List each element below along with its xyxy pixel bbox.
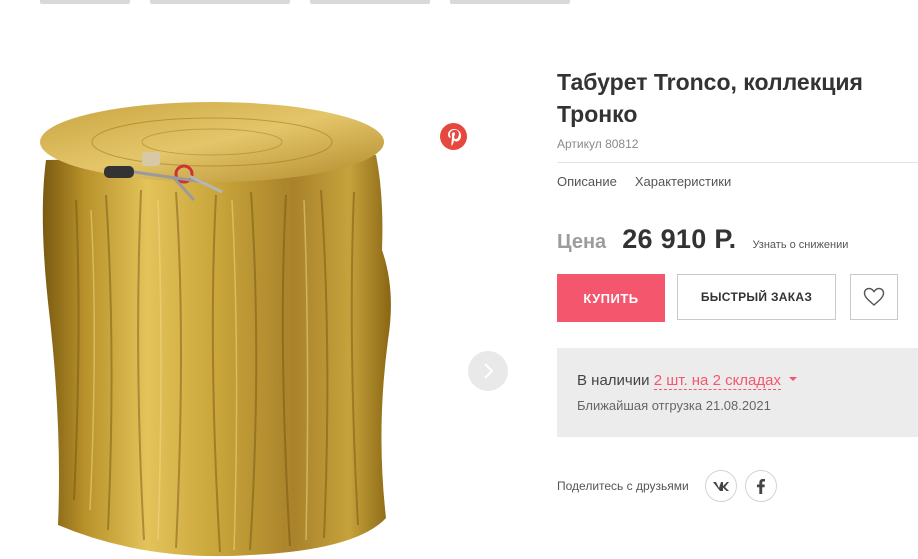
stock-prefix: В наличии: [577, 372, 650, 389]
stock-warehouses-link[interactable]: 2 шт. на 2 складах: [653, 372, 781, 390]
stock-availability: В наличии 2 шт. на 2 складах: [577, 372, 797, 390]
share-row: Поделитесь с друзьями: [557, 470, 777, 502]
caret-down-icon[interactable]: [789, 377, 797, 382]
chevron-right-icon[interactable]: [468, 351, 508, 391]
sku-label: Артикул 80812: [557, 137, 639, 151]
tab-description[interactable]: Описание: [557, 174, 617, 189]
tab-specifications[interactable]: Характеристики: [635, 174, 731, 189]
product-image[interactable]: [36, 100, 401, 559]
stock-panel: В наличии 2 шт. на 2 складах Ближайшая о…: [557, 348, 918, 437]
quick-order-button[interactable]: БЫСТРЫЙ ЗАКАЗ: [677, 274, 836, 320]
price-label: Цена: [557, 231, 607, 253]
vk-icon[interactable]: [704, 470, 737, 502]
pinterest-icon[interactable]: [440, 123, 467, 150]
favorite-button[interactable]: [850, 274, 898, 320]
price-value: 26 910 Р.: [622, 224, 737, 254]
product-gallery: [0, 55, 540, 559]
price-row: Цена 26 910 Р. Узнать о снижении: [557, 224, 848, 255]
product-tabs: Описание Характеристики: [557, 174, 731, 189]
share-label: Поделитесь с друзьями: [557, 479, 689, 493]
divider: [557, 162, 918, 163]
heart-outline-icon: [863, 287, 885, 306]
shipping-date: Ближайшая отгрузка 21.08.2021: [577, 398, 771, 413]
price-drop-alert-link[interactable]: Узнать о снижении: [752, 239, 848, 251]
product-info: Табурет Tronco, коллекция Тронко Артикул…: [557, 0, 918, 559]
buy-button[interactable]: КУПИТЬ: [557, 274, 665, 322]
facebook-icon[interactable]: [744, 470, 777, 502]
page-title: Табурет Tronco, коллекция Тронко: [557, 69, 863, 127]
